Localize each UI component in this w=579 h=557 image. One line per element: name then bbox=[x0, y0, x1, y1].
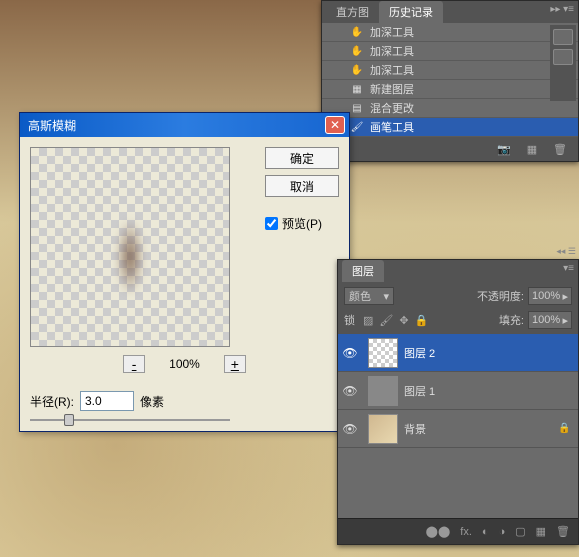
burn-icon: ✋ bbox=[350, 63, 364, 77]
dock-icon[interactable] bbox=[553, 29, 573, 45]
layers-list: 👁 图层 2 👁 图层 1 👁 背景 🔒 bbox=[338, 334, 578, 518]
visibility-icon[interactable]: 👁 bbox=[338, 346, 362, 360]
blend-icon: ▤ bbox=[350, 101, 364, 115]
history-label: 加深工具 bbox=[370, 24, 414, 40]
dialog-title: 高斯模糊 bbox=[28, 117, 325, 134]
trash-icon[interactable]: 🗑 bbox=[552, 142, 568, 156]
opacity-label: 不透明度: bbox=[477, 288, 524, 304]
opacity-value: 100% bbox=[532, 290, 560, 302]
fill-value: 100% bbox=[532, 314, 560, 326]
history-tabs: 直方图 历史记录 ▸▸ ▾≡ bbox=[322, 1, 578, 23]
layers-panel: ◂◂ ☰ 图层 ▾≡ 颜色 ▾ 不透明度: 100%▸ 锁 ▨ 🖌 ✥ 🔒 填充… bbox=[337, 259, 579, 545]
layer-row[interactable]: 👁 背景 🔒 bbox=[338, 410, 578, 448]
visibility-icon[interactable]: 👁 bbox=[338, 422, 362, 436]
radius-label: 半径(R): bbox=[30, 393, 74, 410]
link-icon[interactable]: ⬤⬤ bbox=[426, 525, 451, 538]
close-icon[interactable]: ✕ bbox=[325, 116, 345, 134]
dialog-titlebar[interactable]: 高斯模糊 ✕ bbox=[20, 113, 349, 137]
preview-checkbox-label: 预览(P) bbox=[282, 215, 322, 232]
brush-icon: 🖌 bbox=[350, 120, 364, 134]
lock-icon: 🔒 bbox=[558, 423, 578, 434]
preview-checkbox[interactable] bbox=[265, 217, 278, 230]
dock-icon[interactable] bbox=[553, 49, 573, 65]
layer-thumbnail[interactable] bbox=[368, 414, 398, 444]
blend-mode-dropdown[interactable]: 颜色 ▾ bbox=[344, 287, 394, 305]
burn-icon: ✋ bbox=[350, 25, 364, 39]
trash-icon[interactable]: 🗑 bbox=[556, 525, 570, 538]
panel-menu-icon[interactable]: ▾≡ bbox=[563, 263, 574, 274]
layer-name[interactable]: 图层 1 bbox=[404, 383, 578, 399]
history-item[interactable]: ▦ 新建图层 bbox=[322, 80, 578, 99]
layer-row[interactable]: 👁 图层 2 bbox=[338, 334, 578, 372]
burn-icon: ✋ bbox=[350, 44, 364, 58]
fill-label: 填充: bbox=[499, 312, 524, 328]
tab-layers[interactable]: 图层 bbox=[342, 260, 384, 282]
preview-checkbox-row[interactable]: 预览(P) bbox=[265, 215, 339, 232]
radius-unit: 像素 bbox=[140, 393, 164, 410]
lock-pixels-icon[interactable]: 🖌 bbox=[379, 314, 393, 327]
history-panel: 直方图 历史记录 ▸▸ ▾≡ ✋ 加深工具 ✋ 加深工具 ✋ 加深工具 ▦ 新建图层 ▤… bbox=[321, 0, 579, 162]
new-layer-icon: ▦ bbox=[350, 82, 364, 96]
preview-shape bbox=[105, 202, 155, 312]
history-label: 画笔工具 bbox=[370, 119, 414, 135]
visibility-icon[interactable]: 👁 bbox=[338, 384, 362, 398]
history-dock bbox=[550, 25, 576, 101]
history-item[interactable]: ✋ 加深工具 bbox=[322, 61, 578, 80]
panel-menu-icon[interactable]: ▸▸ ▾≡ bbox=[550, 4, 574, 15]
history-footer: 📷 ▦ 🗑 bbox=[322, 137, 578, 161]
history-label: 加深工具 bbox=[370, 43, 414, 59]
history-item[interactable]: ✋ 加深工具 bbox=[322, 42, 578, 61]
snapshot-icon[interactable]: 📷 bbox=[496, 142, 512, 156]
fx-icon[interactable]: fx. bbox=[460, 526, 472, 538]
layers-empty-area bbox=[338, 448, 578, 518]
lock-label: 锁 bbox=[344, 312, 355, 328]
layer-thumbnail[interactable] bbox=[368, 376, 398, 406]
group-icon[interactable]: ▢ bbox=[515, 525, 525, 538]
zoom-in-button[interactable]: + bbox=[224, 355, 246, 373]
preview-canvas[interactable] bbox=[30, 147, 230, 347]
opacity-input[interactable]: 100%▸ bbox=[528, 287, 572, 305]
layer-name[interactable]: 背景 bbox=[404, 421, 558, 437]
zoom-out-button[interactable]: - bbox=[123, 355, 145, 373]
radius-input[interactable] bbox=[80, 391, 134, 411]
tab-history[interactable]: 历史记录 bbox=[379, 1, 443, 23]
ok-button[interactable]: 确定 bbox=[265, 147, 339, 169]
radius-slider[interactable] bbox=[30, 419, 230, 421]
lock-position-icon[interactable]: ✥ bbox=[399, 314, 408, 327]
mask-icon[interactable]: ◐ bbox=[482, 526, 489, 538]
layers-footer: ⬤⬤ fx. ◐ ◑ ▢ ▦ 🗑 bbox=[338, 518, 578, 544]
history-item[interactable]: 🖌 画笔工具 bbox=[322, 118, 578, 137]
gaussian-blur-dialog: 高斯模糊 ✕ - 100% + 半径(R): 像素 确定 取消 预览(P) bbox=[19, 112, 350, 432]
zoom-level: 100% bbox=[169, 357, 200, 371]
adjustment-icon[interactable]: ◑ bbox=[499, 526, 506, 538]
layers-tabs: 图层 ▾≡ bbox=[338, 260, 578, 282]
new-state-icon[interactable]: ▦ bbox=[524, 142, 540, 156]
history-list: ✋ 加深工具 ✋ 加深工具 ✋ 加深工具 ▦ 新建图层 ▤ 混合更改 🖌 画笔工具 bbox=[322, 23, 578, 137]
slider-thumb[interactable] bbox=[64, 414, 74, 426]
history-item[interactable]: ▤ 混合更改 bbox=[322, 99, 578, 118]
lock-icons: ▨ 🖌 ✥ 🔒 bbox=[363, 314, 428, 327]
history-label: 新建图层 bbox=[370, 81, 414, 97]
lock-all-icon[interactable]: 🔒 bbox=[415, 314, 429, 327]
history-label: 加深工具 bbox=[370, 62, 414, 78]
history-label: 混合更改 bbox=[370, 100, 414, 116]
layers-controls: 颜色 ▾ 不透明度: 100%▸ 锁 ▨ 🖌 ✥ 🔒 填充: 100%▸ bbox=[338, 282, 578, 334]
collapse-icon[interactable]: ◂◂ ☰ bbox=[556, 246, 576, 257]
cancel-button[interactable]: 取消 bbox=[265, 175, 339, 197]
tab-histogram[interactable]: 直方图 bbox=[326, 1, 379, 23]
layer-name[interactable]: 图层 2 bbox=[404, 345, 578, 361]
fill-input[interactable]: 100%▸ bbox=[528, 311, 572, 329]
history-item[interactable]: ✋ 加深工具 bbox=[322, 23, 578, 42]
lock-transparency-icon[interactable]: ▨ bbox=[363, 314, 373, 327]
layer-thumbnail[interactable] bbox=[368, 338, 398, 368]
blend-mode-label: 颜色 bbox=[349, 288, 371, 304]
new-layer-icon[interactable]: ▦ bbox=[536, 525, 546, 538]
layer-row[interactable]: 👁 图层 1 bbox=[338, 372, 578, 410]
